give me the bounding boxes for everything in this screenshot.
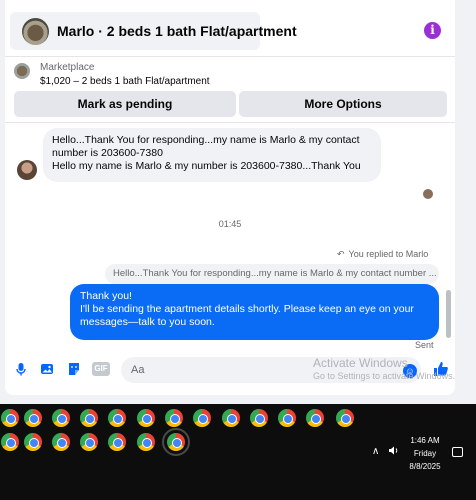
outgoing-message-line: I'll be sending the apartment details sh… [80,303,414,328]
chrome-taskbar-icon[interactable] [52,433,70,451]
message-scrollbar[interactable] [446,290,451,338]
chrome-taskbar-icon[interactable] [108,433,126,451]
windows-taskbar: 1:46 AM Friday 8/8/2025 [0,404,476,500]
listing-price: $1,020 – 2 beds 1 bath Flat/apartment [40,76,210,87]
chrome-taskbar-icon[interactable] [1,433,19,451]
chrome-taskbar-icon[interactable] [165,409,183,427]
gif-icon[interactable]: GIF [92,362,110,376]
more-options-button[interactable]: More Options [239,91,447,117]
listing-thumbnail [22,18,49,45]
chrome-taskbar-icon[interactable] [222,409,240,427]
chrome-taskbar-icon[interactable] [1,409,19,427]
header-divider [5,56,455,57]
listing-icon [14,63,30,79]
microphone-icon[interactable] [14,362,28,376]
conversation-title-button[interactable]: Marlo · 2 beds 1 bath Flat/apartment [10,12,297,50]
read-receipt-avatar [423,189,433,199]
chrome-taskbar-icon[interactable] [250,409,268,427]
speaker-icon[interactable] [388,445,399,459]
incoming-message-line: Hello...Thank You for responding...my na… [52,134,360,159]
info-icon[interactable]: i [424,22,441,39]
chrome-taskbar-icon[interactable] [108,409,126,427]
chrome-taskbar-icon[interactable] [80,433,98,451]
chrome-taskbar-icon[interactable] [278,409,296,427]
incoming-message[interactable]: Hello...Thank You for responding...my na… [43,128,381,182]
activation-watermark-title: Activate Windows [313,356,408,370]
clock-date: 8/8/2025 [409,462,441,471]
chrome-taskbar-icon-active[interactable] [162,428,190,456]
incoming-message-line: Hello my name is Marlo & my number is 20… [52,160,361,172]
reply-label: You replied to Marlo [348,249,429,259]
chrome-taskbar-icon[interactable] [24,409,42,427]
outgoing-message[interactable]: Thank you! I'll be sending the apartment… [70,284,439,340]
chrome-taskbar-icon[interactable] [137,409,155,427]
photo-icon[interactable] [40,362,54,376]
conversation-title: Marlo · 2 beds 1 bath Flat/apartment [57,23,297,39]
clock-time: 1:46 AM [410,436,440,445]
notification-icon[interactable] [452,447,463,457]
chrome-taskbar-icon[interactable] [80,409,98,427]
message-timestamp: 01:45 [218,219,242,229]
marketplace-label: Marketplace [40,62,95,73]
sent-status: Sent [415,340,434,350]
taskbar-clock[interactable]: 1:46 AM Friday 8/8/2025 [403,434,447,473]
activation-watermark-subtitle: Go to Settings to activate Windows. [313,371,455,381]
chrome-taskbar-icon[interactable] [24,433,42,451]
quoted-message[interactable]: Hello...Thank You for responding...my na… [105,264,439,284]
reply-indicator: ↶ You replied to Marlo [337,249,428,260]
actions-divider [5,122,455,123]
messenger-chat-window: Marlo · 2 beds 1 bath Flat/apartment i M… [5,0,455,395]
chevron-up-icon[interactable]: ∧ [372,446,379,457]
sender-avatar[interactable] [17,160,37,180]
chrome-taskbar-icon[interactable] [137,433,155,451]
reply-arrow-icon: ↶ [337,249,345,259]
outgoing-message-line: Thank you! [80,290,132,302]
clock-day: Friday [413,449,437,458]
chrome-taskbar-icon[interactable] [306,409,324,427]
mark-as-pending-button[interactable]: Mark as pending [14,91,236,117]
chrome-taskbar-icon[interactable] [52,409,70,427]
chrome-taskbar-icon[interactable] [193,409,211,427]
chrome-taskbar-icon[interactable] [336,409,354,427]
chat-header: Marlo · 2 beds 1 bath Flat/apartment i [5,10,455,54]
sticker-icon[interactable] [67,362,81,376]
